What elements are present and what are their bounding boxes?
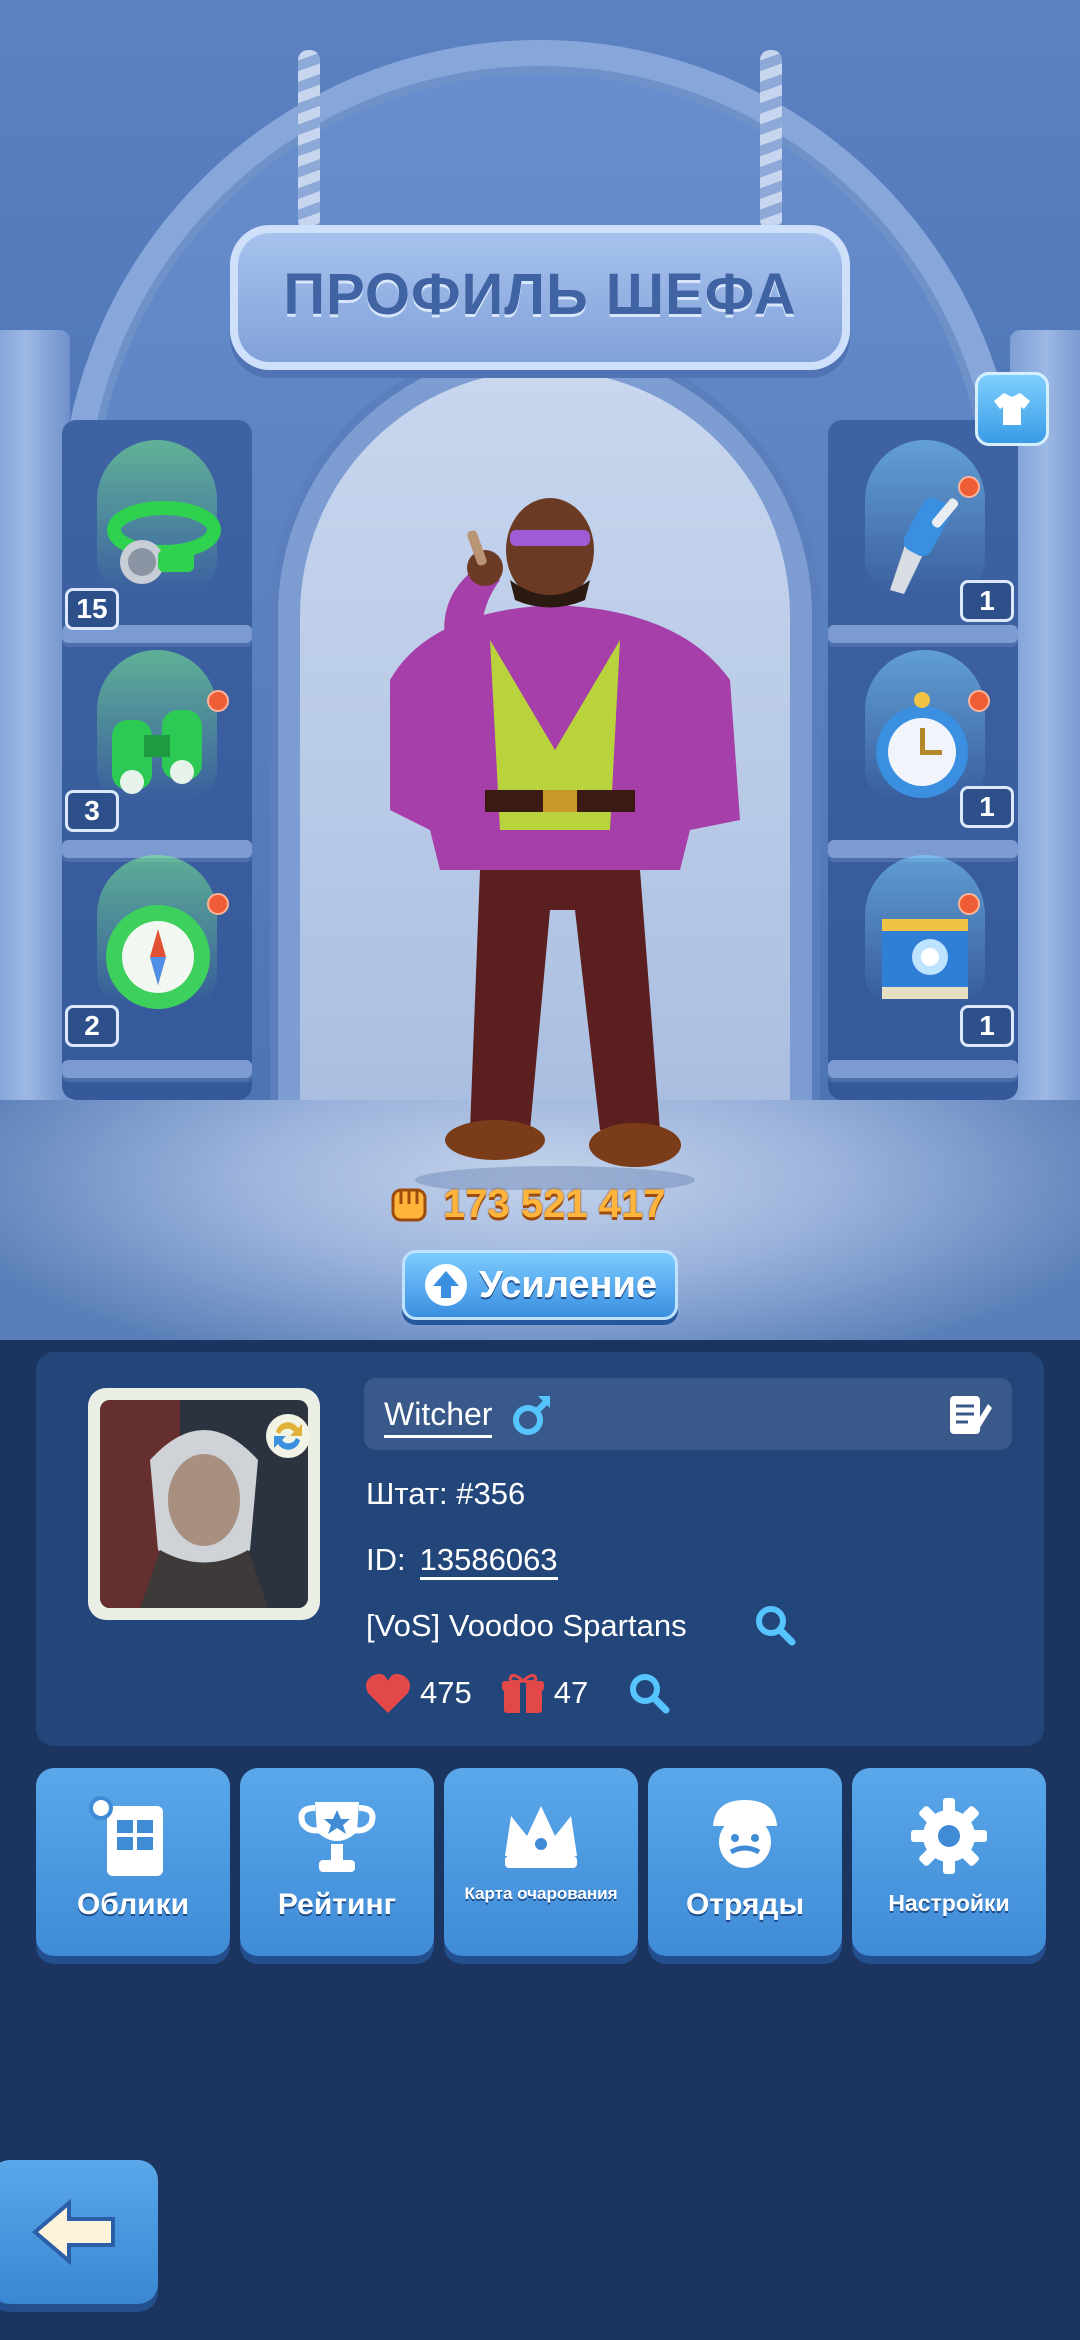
fist-icon (391, 1188, 427, 1222)
equipment-pocket-knife[interactable]: 1 (830, 440, 1020, 630)
menu-tile-charm-map[interactable]: Карта очарования (444, 1768, 638, 1956)
state-label: Штат: (366, 1476, 448, 1511)
wardrobe-icon (89, 1796, 163, 1876)
chef-character (390, 498, 740, 1190)
back-button[interactable] (0, 2160, 158, 2304)
gift-icon (501, 1674, 544, 1713)
menu-tile-settings[interactable]: Настройки (852, 1768, 1046, 1956)
equipment-headlamp[interactable]: 15 (62, 440, 252, 630)
shelf (828, 1060, 1018, 1078)
arrow-up-icon (425, 1264, 468, 1306)
tile-label: Отряды (685, 1888, 805, 1921)
equipment-binoculars[interactable]: 3 (62, 650, 252, 840)
item-count: 15 (65, 588, 119, 630)
gifts-stat: 47 (500, 1671, 588, 1715)
rope (760, 50, 782, 230)
alert-dot (958, 476, 980, 498)
trophy-icon (298, 1802, 376, 1872)
shelf (62, 1060, 252, 1078)
equipment-compass[interactable]: 2 (62, 855, 252, 1047)
male-icon (513, 1396, 551, 1435)
edit-icon[interactable] (944, 1390, 994, 1440)
stats-row: 475 47 (364, 1670, 672, 1716)
menu-tile-squads[interactable]: Отряды (648, 1768, 842, 1956)
header-sign: ПРОФИЛЬ ШЕФА (230, 225, 850, 370)
outfit-button[interactable] (975, 372, 1049, 446)
name-bar: Witcher (364, 1378, 1012, 1450)
boost-label: Усиление (479, 1263, 657, 1306)
equipment-pocket-watch[interactable]: 1 (830, 650, 1020, 840)
state-value: #356 (456, 1476, 526, 1511)
gear-icon (911, 1798, 987, 1874)
tile-label: Облики (76, 1888, 190, 1921)
likes-count: 475 (420, 1675, 472, 1710)
state-row: Штат: #356 (366, 1476, 525, 1512)
showroom-scene: 15 3 2 1 1 1 ПРОФИЛЬ ШЕФА 173 521 417 Ус… (0, 0, 1080, 1340)
tile-label: Рейтинг (277, 1888, 397, 1921)
power-display: 173 521 417 (385, 1180, 665, 1228)
boost-button[interactable]: Усиление (402, 1250, 678, 1320)
back-arrow-icon (31, 2198, 115, 2266)
menu-tile-skins[interactable]: Облики (36, 1768, 230, 1956)
item-count: 2 (65, 1005, 119, 1047)
likes-stat: 475 (364, 1671, 472, 1715)
shirt-icon (994, 393, 1030, 425)
profile-panel: Witcher Штат: #356 ID: 13586063 [VoS] Voo… (36, 1352, 1044, 1746)
crown-icon (505, 1806, 577, 1868)
player-name[interactable]: Witcher (384, 1396, 493, 1438)
left-pillar (0, 330, 70, 1170)
item-count: 1 (960, 580, 1014, 622)
id-row: ID: 13586063 (366, 1542, 558, 1580)
equipment-book[interactable]: 1 (830, 855, 1020, 1047)
id-label: ID: (366, 1542, 406, 1577)
headlamp-icon (107, 501, 221, 584)
id-value[interactable]: 13586063 (419, 1542, 558, 1580)
alert-dot (958, 893, 980, 915)
page-title: ПРОФИЛЬ ШЕФА (283, 262, 797, 327)
menu-tiles: Облики Рейтинг Карта очарования Отряды Н… (36, 1768, 1046, 1958)
menu-tile-rating[interactable]: Рейтинг (240, 1768, 434, 1956)
item-count: 3 (65, 790, 119, 832)
alliance-name[interactable]: [VoS] Voodoo Spartans (366, 1608, 687, 1643)
alert-dot (207, 893, 229, 915)
right-pillar (1010, 330, 1080, 1170)
rope (298, 50, 320, 230)
compass-icon (106, 905, 210, 1009)
alert-dot (207, 690, 229, 712)
item-count: 1 (960, 1005, 1014, 1047)
heart-icon (366, 1673, 410, 1713)
gifts-search-icon[interactable] (626, 1670, 672, 1716)
alert-dot (968, 690, 990, 712)
tile-label: Карта очарования (464, 1884, 618, 1903)
tile-label: Настройки (888, 1890, 1010, 1916)
item-count: 1 (960, 786, 1014, 828)
swap-avatar-icon[interactable] (264, 1412, 312, 1460)
gifts-count: 47 (553, 1675, 589, 1710)
squad-icon (713, 1800, 777, 1868)
alliance-row: [VoS] Voodoo Spartans (366, 1608, 687, 1644)
alliance-search-icon[interactable] (752, 1602, 798, 1648)
power-value: 173 521 417 (443, 1181, 666, 1226)
